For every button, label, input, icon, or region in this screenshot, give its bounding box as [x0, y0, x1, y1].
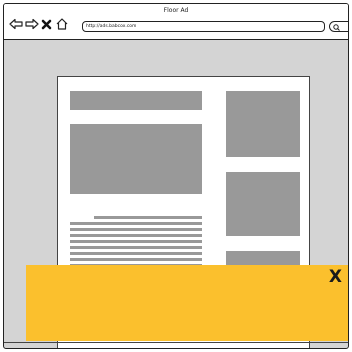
- url-text: http://ads.babcox.com: [86, 24, 137, 29]
- sidebar-ad-placeholder: [226, 172, 300, 236]
- close-icon[interactable]: [41, 19, 52, 30]
- browser-toolbar: Floor Ad http://ads.babcox.com: [4, 4, 348, 40]
- status-bar-divider: [4, 342, 348, 343]
- sidebar-ad-placeholder: [226, 91, 300, 157]
- text-line-placeholder: [70, 258, 202, 261]
- home-icon[interactable]: [55, 17, 69, 31]
- text-line-placeholder: [70, 252, 202, 255]
- floor-ad-banner[interactable]: X: [26, 265, 348, 341]
- headline-placeholder: [70, 91, 202, 110]
- search-icon: [333, 23, 340, 31]
- url-bar[interactable]: http://ads.babcox.com: [82, 21, 325, 32]
- search-input[interactable]: [329, 21, 348, 32]
- text-line-placeholder: [70, 228, 202, 231]
- text-line-placeholder: [70, 246, 202, 249]
- text-line-placeholder: [70, 222, 202, 225]
- back-arrow-icon[interactable]: [9, 18, 23, 30]
- forward-arrow-icon[interactable]: [25, 18, 39, 30]
- text-line-placeholder: [70, 240, 202, 243]
- text-line-placeholder: [70, 234, 202, 237]
- image-placeholder: [70, 124, 202, 194]
- text-line-placeholder: [94, 216, 202, 219]
- window-title: Floor Ad: [163, 7, 189, 14]
- close-ad-button[interactable]: X: [329, 269, 342, 286]
